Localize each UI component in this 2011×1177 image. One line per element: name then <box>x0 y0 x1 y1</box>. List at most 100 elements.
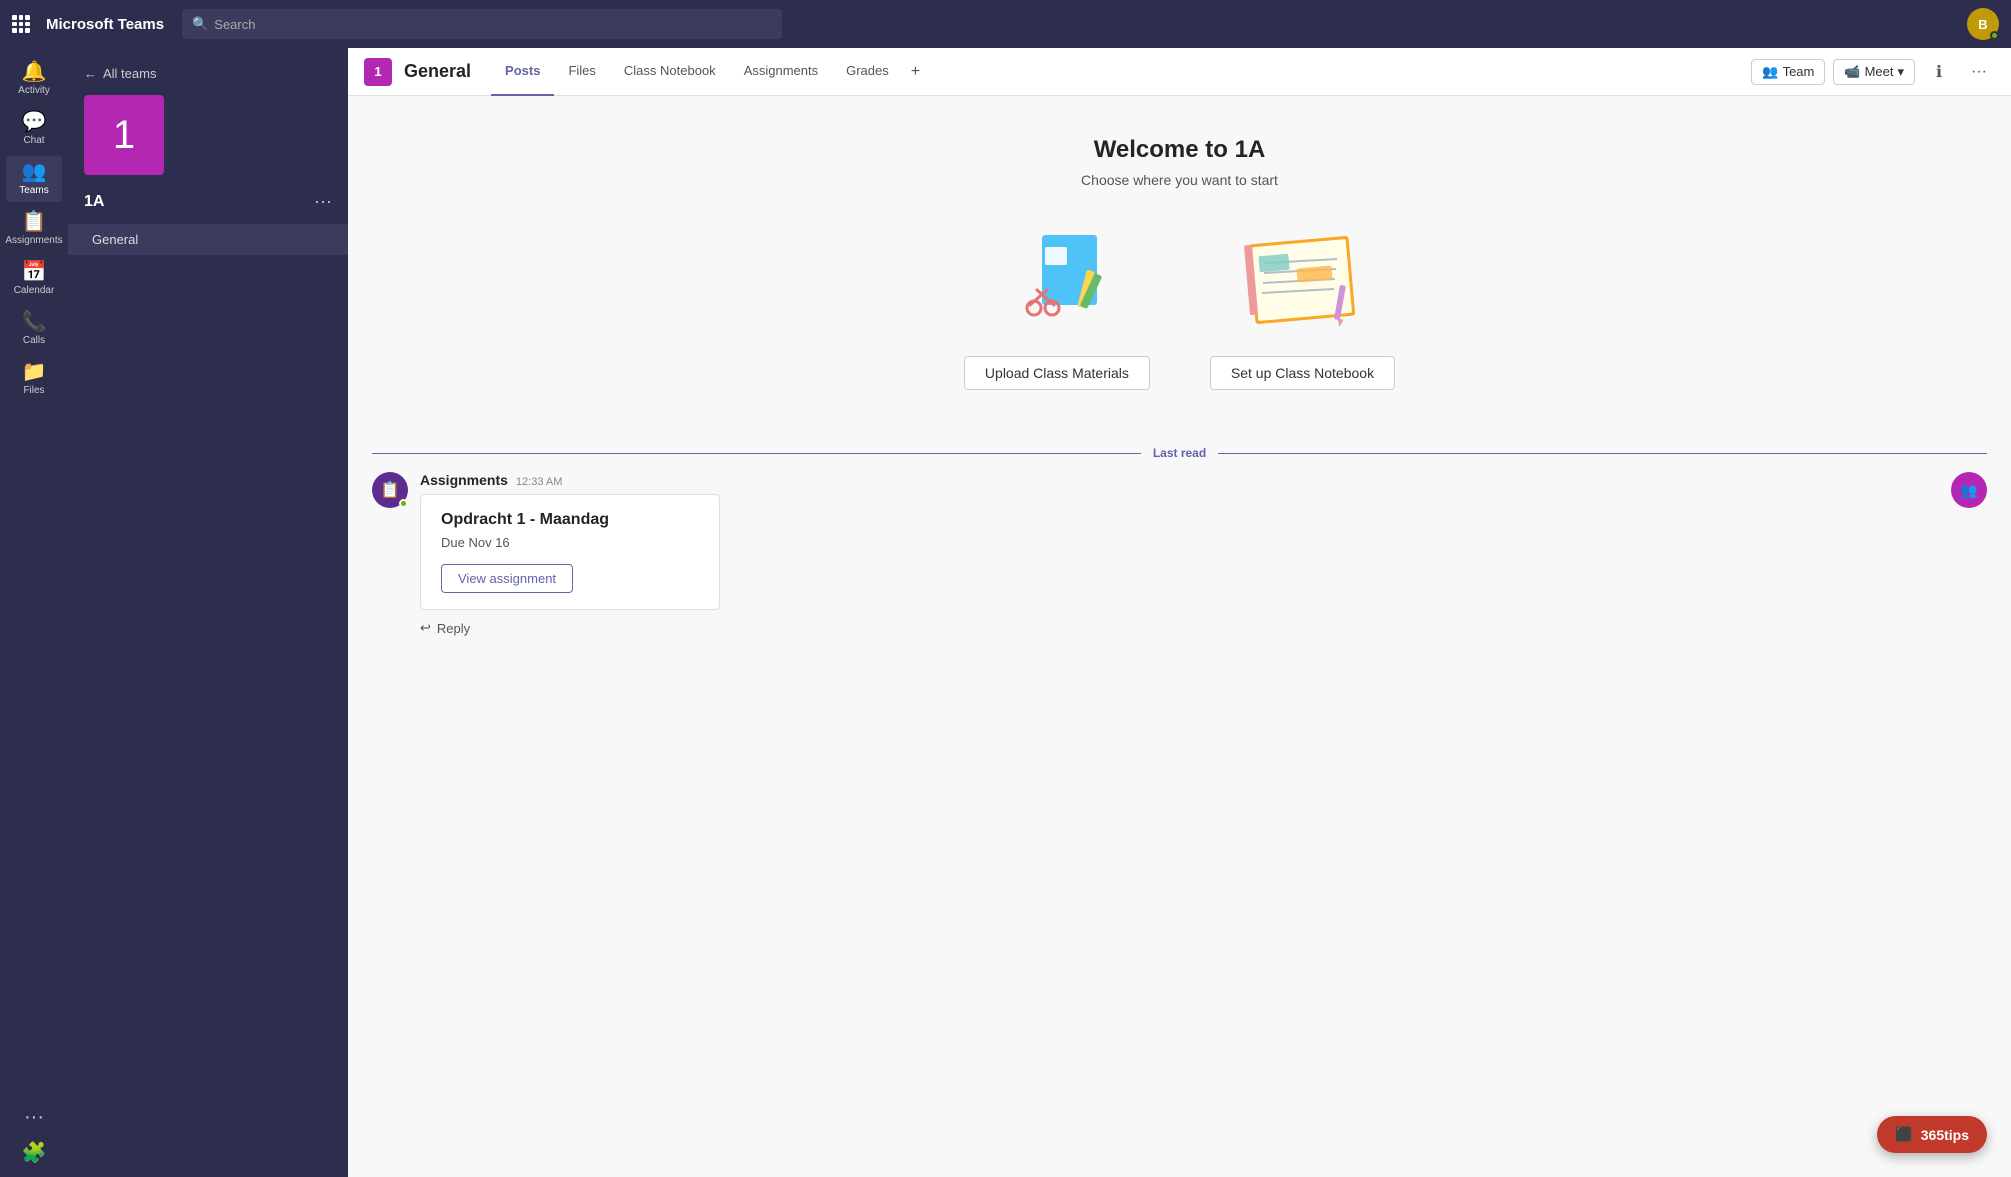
avatar-status-dot <box>399 499 408 508</box>
search-bar: 🔍 <box>182 9 782 39</box>
last-read-divider: Last read <box>348 434 2011 472</box>
back-arrow-icon: ← <box>84 66 97 81</box>
team-banner: 1 <box>84 95 164 175</box>
upload-materials-card: Upload Class Materials <box>964 220 1150 390</box>
tab-class-notebook[interactable]: Class Notebook <box>610 48 730 96</box>
last-read-label: Last read <box>1153 446 1206 460</box>
nav-label-activity: Activity <box>18 85 50 96</box>
avatar-initials: B <box>1978 17 1987 32</box>
user-avatar[interactable]: B <box>1967 8 1999 40</box>
tab-add-button[interactable]: + <box>903 48 928 96</box>
channel-header: 1 General Posts Files Class Notebook Ass… <box>348 48 2011 96</box>
main-layout: 🔔 Activity 💬 Chat 👥 Teams 📋 Assignments … <box>0 48 2011 1177</box>
content-area: 1 General Posts Files Class Notebook Ass… <box>348 48 2011 1177</box>
activity-icon: 🔔 <box>22 62 47 82</box>
more-icon: ··· <box>24 1107 44 1127</box>
team-more-button[interactable]: ··· <box>314 191 332 212</box>
assignment-title: Opdracht 1 - Maandag <box>441 511 699 529</box>
tab-assignments[interactable]: Assignments <box>730 48 832 96</box>
welcome-cards: Upload Class Materials <box>964 220 1395 390</box>
tips-label: 365tips <box>1921 1127 1969 1143</box>
message-avatar: 📋 <box>372 472 408 508</box>
content-scroll: Welcome to 1A Choose where you want to s… <box>348 96 2011 1177</box>
view-assignment-button[interactable]: View assignment <box>441 564 573 593</box>
teams-icon: 👥 <box>22 162 47 182</box>
info-button[interactable]: ℹ <box>1923 56 1955 88</box>
assignment-card: Opdracht 1 - Maandag Due Nov 16 View ass… <box>420 494 720 610</box>
tab-files[interactable]: Files <box>554 48 609 96</box>
files-icon: 📁 <box>22 362 47 382</box>
divider-line-right <box>1218 453 1987 454</box>
apps-icon: 🧩 <box>22 1143 47 1163</box>
header-actions: 👥 Team 📹 Meet ▾ ℹ ··· <box>1751 56 1995 88</box>
nav-item-files[interactable]: 📁 Files <box>6 356 62 402</box>
divider-line-left <box>372 453 1141 454</box>
channel-tabs: Posts Files Class Notebook Assignments G… <box>491 48 928 96</box>
reply-arrow-icon: ↩ <box>420 620 431 636</box>
team-name: 1A <box>84 193 104 211</box>
status-dot <box>1990 31 1999 40</box>
nav-item-calls[interactable]: 📞 Calls <box>6 306 62 352</box>
app-grid-icon[interactable] <box>12 15 30 33</box>
topbar: Microsoft Teams 🔍 B <box>0 0 2011 48</box>
meet-btn-label: Meet <box>1865 64 1894 79</box>
all-teams-back[interactable]: ← All teams <box>68 60 348 87</box>
welcome-title: Welcome to 1A <box>1094 136 1266 164</box>
channel-label: General <box>92 232 138 247</box>
channel-badge: 1 <box>364 58 392 86</box>
chat-icon: 💬 <box>22 112 47 132</box>
nav-item-assignments[interactable]: 📋 Assignments <box>6 206 62 252</box>
nav-label-files: Files <box>23 385 44 396</box>
team-banner-number: 1 <box>113 113 135 158</box>
tab-grades[interactable]: Grades <box>832 48 903 96</box>
reply-label: Reply <box>437 621 470 636</box>
search-icon: 🔍 <box>192 16 208 32</box>
nav-label-chat: Chat <box>23 135 44 146</box>
message-row: 📋 Assignments 12:33 AM Opdracht 1 - Maan… <box>372 472 1987 636</box>
nav-item-teams[interactable]: 👥 Teams <box>6 156 62 202</box>
meet-chevron-icon: ▾ <box>1897 64 1904 80</box>
welcome-subtitle: Choose where you want to start <box>1081 172 1278 188</box>
nav-item-apps[interactable]: 🧩 <box>6 1137 62 1169</box>
channel-name: General <box>404 61 471 82</box>
calls-icon: 📞 <box>22 312 47 332</box>
meet-btn-icon: 📹 <box>1844 64 1860 80</box>
right-avatar-icon: 👥 <box>1960 482 1977 499</box>
nav-item-activity[interactable]: 🔔 Activity <box>6 56 62 102</box>
message-meta: Assignments 12:33 AM <box>420 472 1987 488</box>
nav-label-assignments: Assignments <box>5 235 62 246</box>
notebook-card: Set up Class Notebook <box>1210 220 1395 390</box>
search-input[interactable] <box>214 17 772 32</box>
nav-item-more[interactable]: ··· <box>6 1101 62 1133</box>
nav-label-teams: Teams <box>19 185 48 196</box>
welcome-section: Welcome to 1A Choose where you want to s… <box>348 96 2011 434</box>
nav-label-calendar: Calendar <box>14 285 55 296</box>
nav-item-chat[interactable]: 💬 Chat <box>6 106 62 152</box>
tab-posts[interactable]: Posts <box>491 48 554 96</box>
meet-button[interactable]: 📹 Meet ▾ <box>1833 59 1915 85</box>
team-button[interactable]: 👥 Team <box>1751 59 1825 85</box>
nav-label-calls: Calls <box>23 335 45 346</box>
right-user-avatar: 👥 <box>1951 472 1987 508</box>
left-nav: 🔔 Activity 💬 Chat 👥 Teams 📋 Assignments … <box>0 48 68 1177</box>
office-icon: ⬛ <box>1895 1126 1912 1143</box>
message-sender: Assignments <box>420 472 508 488</box>
upload-illustration <box>977 220 1137 340</box>
team-btn-label: Team <box>1783 64 1815 79</box>
more-options-button[interactable]: ··· <box>1963 56 1995 88</box>
team-name-row: 1A ··· <box>68 187 348 224</box>
calendar-icon: 📅 <box>22 262 47 282</box>
nav-item-calendar[interactable]: 📅 Calendar <box>6 256 62 302</box>
message-time: 12:33 AM <box>516 476 562 488</box>
notebook-illustration <box>1222 220 1382 340</box>
message-area: 📋 Assignments 12:33 AM Opdracht 1 - Maan… <box>348 472 2011 660</box>
all-teams-label: All teams <box>103 66 156 81</box>
reply-row[interactable]: ↩ Reply <box>420 620 1987 636</box>
tips-bubble[interactable]: ⬛ 365tips <box>1877 1116 1987 1153</box>
setup-notebook-button[interactable]: Set up Class Notebook <box>1210 356 1395 390</box>
channel-item-general[interactable]: General <box>68 224 348 255</box>
app-name: Microsoft Teams <box>46 16 164 33</box>
upload-materials-button[interactable]: Upload Class Materials <box>964 356 1150 390</box>
sidebar: ← All teams 1 1A ··· General <box>68 48 348 1177</box>
message-body: Assignments 12:33 AM Opdracht 1 - Maanda… <box>420 472 1987 636</box>
